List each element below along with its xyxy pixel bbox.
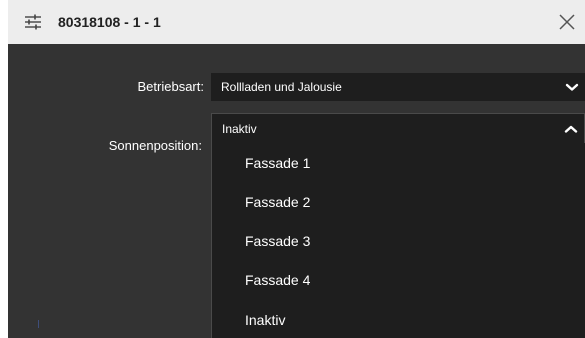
sliders-icon xyxy=(25,14,41,30)
dropdown-option-label: Inaktiv xyxy=(245,312,286,328)
dropdown-option-label: Fassade 4 xyxy=(245,272,311,288)
sonnenposition-dropdown: Fassade 1 Fassade 2 Fassade 3 Fassade 4 … xyxy=(211,143,585,338)
dropdown-option-label: Fassade 2 xyxy=(245,194,311,210)
dialog-title: 80318108 - 1 - 1 xyxy=(58,14,161,30)
dialog-titlebar: 80318108 - 1 - 1 xyxy=(8,0,585,44)
dropdown-option-inaktiv[interactable]: Inaktiv xyxy=(212,300,585,338)
sonnenposition-value: Inaktiv xyxy=(222,121,257,136)
dropdown-option-label: Fassade 3 xyxy=(245,233,311,249)
betriebsart-select[interactable]: Rollladen und Jalousie xyxy=(211,73,585,101)
chevron-down-icon xyxy=(565,83,579,91)
divider xyxy=(38,320,39,328)
close-icon[interactable] xyxy=(555,10,579,34)
betriebsart-value: Rollladen und Jalousie xyxy=(221,80,342,94)
settings-dialog: 80318108 - 1 - 1 Betriebsart: Rollladen … xyxy=(8,0,585,338)
dropdown-option-fassade-1[interactable]: Fassade 1 xyxy=(212,143,585,183)
chevron-up-icon xyxy=(564,125,578,133)
sonnenposition-select[interactable]: Inaktiv xyxy=(211,113,585,143)
betriebsart-label: Betriebsart: xyxy=(137,79,204,94)
dropdown-option-fassade-2[interactable]: Fassade 2 xyxy=(212,182,585,222)
dropdown-option-label: Fassade 1 xyxy=(245,155,311,171)
dropdown-option-fassade-3[interactable]: Fassade 3 xyxy=(212,221,585,261)
dropdown-option-fassade-4[interactable]: Fassade 4 xyxy=(212,260,585,300)
sonnenposition-label: Sonnenposition: xyxy=(108,138,202,153)
